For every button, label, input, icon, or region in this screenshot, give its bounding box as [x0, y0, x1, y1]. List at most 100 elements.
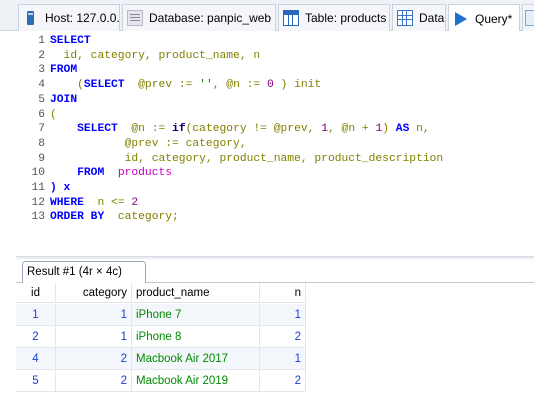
cell-category[interactable]: 2	[56, 348, 132, 370]
code-token: ''	[199, 79, 213, 92]
code-token: ) x	[50, 182, 71, 194]
query-tab-icon	[525, 10, 534, 26]
table-row[interactable]: 4 2 Macbook Air 2017 1	[16, 348, 306, 370]
tab-overflow[interactable]	[522, 4, 534, 31]
code-token: FROM	[77, 167, 105, 180]
host-icon	[23, 10, 39, 26]
tab-database-label: Database: panpic_web	[149, 11, 272, 25]
cell-n[interactable]: 2	[260, 326, 306, 348]
column-header-category[interactable]: category	[56, 283, 132, 303]
table-row[interactable]: 5 2 Macbook Air 2019 2	[16, 370, 306, 392]
cell-product-name[interactable]: iPhone 8	[132, 326, 260, 348]
line-number: 6	[38, 108, 45, 121]
grid-header: id category product_name n	[16, 283, 306, 303]
code-token: SELECT	[83, 79, 125, 92]
code-token: )	[382, 123, 396, 136]
query-tab-bar: Host: 127.0.0.1 Database: panpic_web Tab…	[0, 0, 534, 32]
line-number: 10	[31, 167, 45, 180]
code-token: n,	[409, 123, 430, 136]
result-tab-bar: Result #1 (4r × 4c)	[16, 259, 534, 283]
code-token: n <=	[83, 196, 132, 209]
code-token: ) init	[273, 79, 322, 92]
table-row[interactable]: 2 1 iPhone 82	[16, 326, 306, 348]
tab-host-label: Host: 127.0.0.1	[45, 11, 120, 25]
code-line: (	[50, 108, 57, 123]
cell-id[interactable]: 1	[16, 304, 56, 326]
column-header-id[interactable]: id	[16, 283, 56, 303]
code-token: 2	[131, 196, 139, 209]
table-row[interactable]: 1 1 iPhone 71	[16, 304, 306, 326]
line-number: 5	[38, 93, 45, 106]
cell-product-name[interactable]: Macbook Air 2019	[132, 370, 260, 392]
result-tab[interactable]: Result #1 (4r × 4c)	[22, 261, 146, 283]
cell-category[interactable]: 1	[56, 326, 132, 348]
cell-n[interactable]: 1	[260, 304, 306, 326]
cell-n[interactable]: 1	[260, 348, 306, 370]
code-token: 1	[321, 123, 328, 136]
code-token: id, category, product_name, n	[50, 49, 261, 62]
result-grid[interactable]: id category product_name n 1 1 iPhone 7 1 2 1 iPh…	[16, 283, 534, 412]
line-number: 3	[38, 64, 45, 77]
code-token: category;	[104, 211, 179, 224]
code-token: FROM	[50, 64, 78, 77]
cell-id[interactable]: 5	[16, 370, 56, 392]
tab-database[interactable]: Database: panpic_web	[122, 4, 276, 31]
code-token: if	[172, 123, 186, 136]
code-token: id, category, product_name, product_desc…	[50, 152, 444, 165]
tab-data[interactable]: Data	[392, 4, 446, 31]
code-token: @n :=	[117, 123, 173, 136]
database-icon	[127, 10, 143, 26]
code-line: @prev := category,	[50, 137, 247, 152]
code-token: (category != @prev,	[185, 123, 322, 136]
code-token: products	[117, 167, 173, 180]
line-number: 7	[38, 123, 45, 136]
sql-editor[interactable]: 1 SELECT 2 id, category, product_name, n3F…	[16, 31, 534, 256]
code-line: ORDER BY category;	[50, 210, 179, 225]
line-number: 1	[38, 35, 45, 47]
code-line: (SELECT @prev := '', @n := 0 ) init	[50, 78, 321, 93]
tab-data-label: Data	[419, 11, 445, 25]
line-number: 12	[31, 196, 45, 209]
line-number: 2	[38, 49, 45, 62]
line-number: 13	[31, 211, 45, 224]
tab-query-label: Query*	[475, 11, 513, 26]
code-token: SELECT	[77, 123, 118, 136]
code-token: 0	[266, 79, 274, 92]
tab-table-label: Table: products	[305, 11, 387, 25]
code-line: SELECT	[50, 34, 91, 49]
code-line: SELECT @n := if(category != @prev, 1, @n…	[50, 122, 430, 137]
tab-host[interactable]: Host: 127.0.0.1	[18, 4, 120, 31]
query-play-icon	[453, 11, 469, 27]
code-token: @prev := category,	[50, 137, 247, 150]
code-token: (	[50, 79, 84, 92]
line-number: 9	[38, 152, 45, 165]
code-line: JOIN	[50, 93, 77, 108]
code-token: JOIN	[50, 93, 78, 106]
tab-query[interactable]: Query*	[448, 4, 520, 32]
line-number: 8	[38, 137, 45, 150]
code-line: WHERE n <= 2	[50, 196, 138, 211]
code-token: SELECT	[50, 35, 91, 47]
cell-category[interactable]: 1	[56, 304, 132, 326]
cell-category[interactable]: 2	[56, 370, 132, 392]
code-line: id, category, product_name, n	[50, 49, 261, 64]
code-token: @prev :=	[124, 79, 200, 92]
code-token: , @n :=	[212, 79, 267, 92]
code-line: ) x	[50, 181, 70, 196]
cell-n[interactable]: 2	[260, 370, 306, 392]
tab-table[interactable]: Table: products	[278, 4, 390, 31]
code-line: id, category, product_name, product_desc…	[50, 152, 444, 167]
line-number: 4	[38, 79, 45, 92]
column-header-product-name[interactable]: product_name	[132, 283, 260, 303]
cell-product-name[interactable]: iPhone 7	[132, 304, 260, 326]
cell-id[interactable]: 2	[16, 326, 56, 348]
cell-id[interactable]: 4	[16, 348, 56, 370]
code-token: AS	[395, 123, 410, 136]
code-line: FROM products	[50, 166, 172, 181]
code-token: , @n +	[327, 123, 376, 136]
cell-product-name[interactable]: Macbook Air 2017	[132, 348, 260, 370]
column-header-n[interactable]: n	[260, 283, 306, 303]
